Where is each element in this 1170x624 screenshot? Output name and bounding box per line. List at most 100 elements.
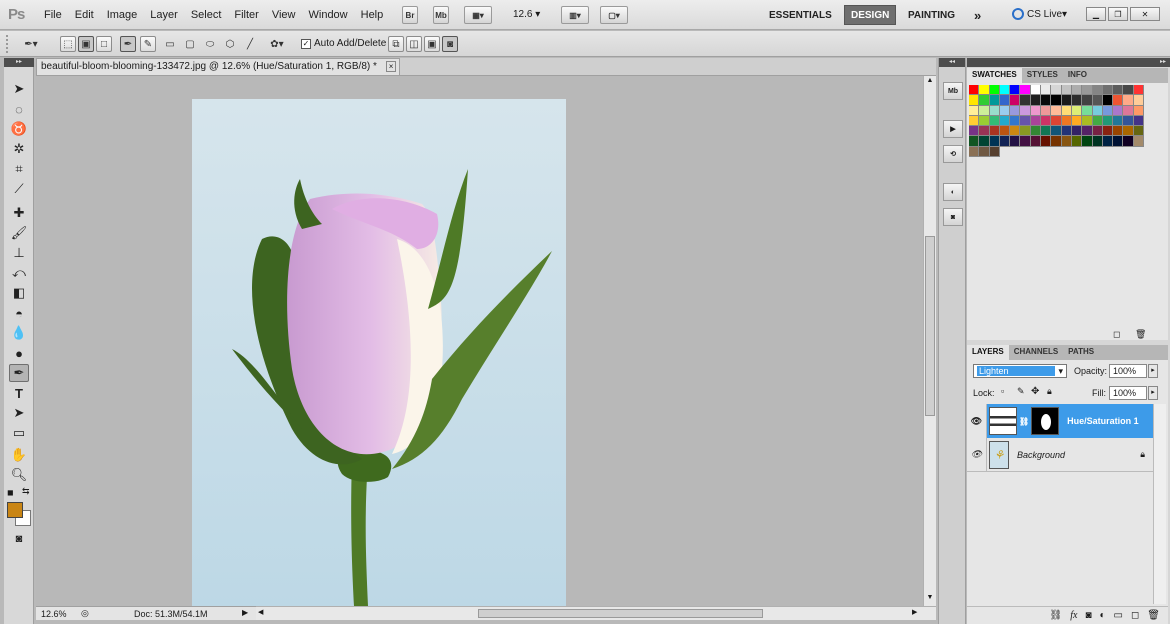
mini-bridge-button[interactable]: Mb	[433, 6, 449, 24]
color-swatch[interactable]	[1082, 85, 1093, 96]
color-swatch[interactable]	[1102, 115, 1114, 127]
fill-pixels-button[interactable]: □	[96, 36, 112, 52]
color-swatch[interactable]	[969, 85, 980, 96]
color-swatch[interactable]	[1092, 105, 1103, 116]
color-swatch[interactable]	[1092, 126, 1103, 137]
color-swatch[interactable]	[1010, 136, 1021, 147]
color-swatch[interactable]	[979, 95, 990, 106]
color-swatch[interactable]	[1041, 126, 1052, 137]
color-swatch[interactable]	[969, 146, 980, 158]
blur-tool[interactable]: 💧	[9, 324, 29, 342]
color-swatch[interactable]	[979, 85, 990, 96]
quick-selection-tool[interactable]: ✲	[9, 140, 29, 158]
color-swatch[interactable]	[1010, 105, 1021, 116]
tool-preset-picker[interactable]: ✒▾	[16, 36, 46, 52]
color-swatch[interactable]	[1123, 95, 1134, 106]
move-tool[interactable]: ➤	[9, 80, 29, 98]
color-swatch[interactable]	[1061, 126, 1072, 137]
layer-style-icon[interactable]: fx	[1070, 610, 1077, 621]
canvas-area[interactable]	[36, 76, 923, 606]
menu-window[interactable]: Window	[309, 9, 348, 21]
lock-image-icon[interactable]: ✎	[1017, 386, 1025, 397]
brush-tool[interactable]: 🖌	[9, 224, 29, 242]
status-menu-arrow-icon[interactable]: ▶	[242, 608, 248, 617]
color-swatch[interactable]	[1071, 115, 1083, 127]
freeform-pen-option[interactable]: ✎	[140, 36, 156, 52]
view-extras-button[interactable]: ▦▾	[464, 6, 492, 24]
lasso-tool[interactable]: ♉	[9, 120, 29, 138]
color-swatch[interactable]	[1071, 85, 1083, 96]
auto-add-delete-checkbox[interactable]: ✓ Auto Add/Delete	[301, 38, 386, 49]
color-swatch[interactable]	[1113, 136, 1124, 147]
clone-stamp-tool[interactable]: ⊥	[9, 244, 29, 262]
eraser-tool[interactable]: ◧	[9, 284, 29, 302]
color-swatch[interactable]	[1133, 85, 1145, 96]
color-swatch[interactable]	[1133, 95, 1145, 106]
color-swatch[interactable]	[1051, 105, 1062, 116]
history-panel-button[interactable]: ⟲	[943, 145, 963, 163]
lock-all-icon[interactable]: 🔒︎	[1047, 386, 1052, 397]
color-swatch[interactable]	[1041, 115, 1052, 127]
scroll-up-icon[interactable]: ▲	[925, 77, 935, 87]
color-swatch[interactable]	[1030, 136, 1042, 147]
hand-tool[interactable]: ✋	[9, 446, 29, 464]
menu-layer[interactable]: Layer	[150, 9, 178, 21]
tab-paths[interactable]: PATHS	[1063, 345, 1099, 360]
color-swatch[interactable]	[1030, 85, 1042, 96]
color-swatch[interactable]	[1082, 136, 1093, 147]
color-swatch[interactable]	[1020, 105, 1031, 116]
blend-mode-dropdown[interactable]: Lighten ▾	[973, 364, 1067, 378]
vertical-scroll-thumb[interactable]	[925, 236, 935, 416]
options-bar-grip[interactable]	[6, 35, 10, 53]
scroll-right-icon[interactable]: ▶	[912, 608, 917, 616]
color-swatch[interactable]	[1102, 95, 1114, 106]
color-swatch[interactable]	[1133, 126, 1145, 137]
color-swatch[interactable]	[999, 105, 1011, 116]
color-swatch[interactable]	[1020, 95, 1031, 106]
color-swatch[interactable]	[1102, 126, 1114, 137]
color-swatch[interactable]	[1102, 85, 1114, 96]
new-layer-icon[interactable]: ◻	[1131, 610, 1139, 621]
menu-filter[interactable]: Filter	[234, 9, 258, 21]
color-swatch[interactable]	[1113, 115, 1124, 127]
color-swatch[interactable]	[1020, 115, 1031, 127]
menu-select[interactable]: Select	[191, 9, 222, 21]
menu-view[interactable]: View	[272, 9, 296, 21]
color-swatch[interactable]	[1113, 95, 1124, 106]
zoom-tool[interactable]: 🔍︎	[9, 466, 29, 484]
color-swatch[interactable]	[1010, 115, 1021, 127]
fill-slider-button[interactable]: ▸	[1148, 386, 1158, 400]
color-swatch[interactable]	[1071, 105, 1083, 116]
screen-mode-button[interactable]: ▢▾	[600, 6, 628, 24]
tab-styles[interactable]: STYLES	[1022, 68, 1063, 83]
color-swatch[interactable]	[969, 115, 980, 127]
new-adjustment-icon[interactable]: ◐	[1099, 610, 1105, 621]
color-swatch[interactable]	[969, 126, 980, 137]
color-swatch[interactable]	[1082, 95, 1093, 106]
color-swatch[interactable]	[1113, 126, 1124, 137]
color-swatch[interactable]	[1071, 126, 1083, 137]
intersect-button[interactable]: ▣	[424, 36, 440, 52]
arrange-documents-button[interactable]: ▥▾	[561, 6, 589, 24]
line-option[interactable]: ╱	[242, 36, 258, 52]
color-swatch[interactable]	[1082, 126, 1093, 137]
lock-transparent-icon[interactable]: ▫	[1001, 386, 1004, 396]
color-swatch[interactable]	[1061, 105, 1072, 116]
color-swatch[interactable]	[1030, 105, 1042, 116]
workspace-overflow-button[interactable]: »	[968, 5, 987, 25]
scroll-left-icon[interactable]: ◀	[258, 608, 263, 616]
horizontal-scrollbar[interactable]: ◀ ▶	[256, 606, 936, 620]
color-swatch[interactable]	[979, 126, 990, 137]
dodge-tool[interactable]: ●	[9, 344, 29, 362]
opacity-input[interactable]: 100%	[1109, 364, 1147, 378]
rectangle-tool[interactable]: ▭	[9, 424, 29, 442]
color-swatch[interactable]	[969, 95, 980, 106]
color-swatch[interactable]	[1061, 95, 1072, 106]
lock-position-icon[interactable]: ✥	[1031, 386, 1039, 397]
combine-button[interactable]: ⧉	[388, 36, 404, 52]
custom-shape-option[interactable]: ✿▾	[262, 36, 292, 52]
trash-icon[interactable]: 🗑	[1147, 610, 1160, 621]
color-swatch[interactable]	[989, 85, 1000, 96]
color-swatch[interactable]	[989, 115, 1000, 127]
layers-scrollbar[interactable]	[1153, 404, 1166, 604]
